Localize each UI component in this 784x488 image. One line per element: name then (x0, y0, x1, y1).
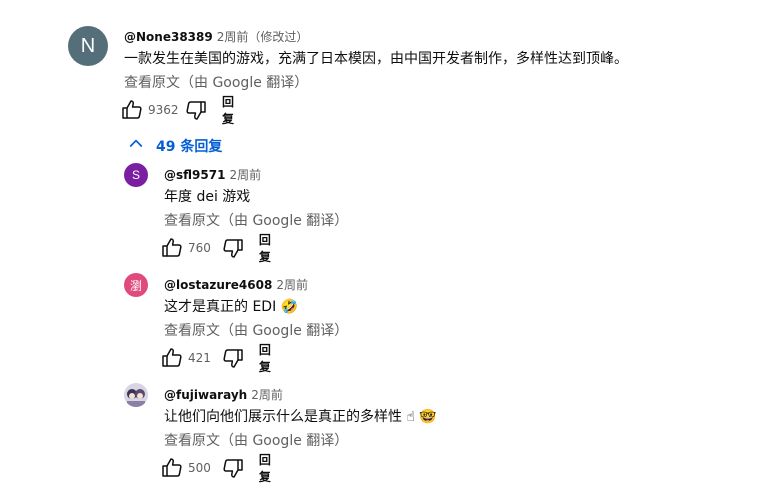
dislike-icon[interactable] (221, 236, 245, 260)
dislike-icon[interactable] (221, 456, 245, 480)
see-original-link[interactable]: 查看原文（由 Google 翻译） (164, 320, 348, 340)
comment-text: 年度 dei 游戏 (164, 189, 251, 205)
see-original-link[interactable]: 查看原文（由 Google 翻译） (164, 430, 348, 450)
author-handle[interactable]: @fujiwarayh (164, 388, 247, 402)
author-handle[interactable]: @None38389 (124, 30, 213, 44)
comment-text: 一款发生在美国的游戏，充满了日本模因，由中国开发者制作，多样性达到顶峰。 (124, 51, 628, 67)
comment-actions: 421 回复 (160, 343, 274, 374)
avatar-letter: N (80, 34, 96, 57)
chevron-up-icon (126, 134, 156, 158)
reply-button[interactable]: 回复 (222, 93, 234, 127)
avatar-letter: S (131, 168, 140, 182)
like-icon[interactable] (160, 346, 184, 370)
like-count: 760 (188, 241, 211, 255)
dislike-icon[interactable] (221, 346, 245, 370)
like-count: 500 (188, 461, 211, 475)
avatar[interactable]: 瀏 (124, 273, 148, 297)
comment-actions: 500 回复 (160, 453, 274, 484)
see-original-link[interactable]: 查看原文（由 Google 翻译） (164, 210, 348, 230)
comment-thread: N @None38389 2周前（修改过） 一款发生在美国的游戏，充满了日本模因，… (0, 0, 784, 488)
comment-time[interactable]: 2周前 (251, 388, 283, 402)
like-icon[interactable] (120, 98, 144, 122)
comment-header: @fujiwarayh 2周前 (164, 384, 283, 403)
comment-time[interactable]: 2周前 (229, 168, 261, 182)
comment-time[interactable]: 2周前 (276, 278, 308, 292)
comment-text: 这才是真正的 EDI 🤣 (164, 299, 299, 315)
dislike-icon[interactable] (184, 98, 208, 122)
like-count: 421 (188, 351, 211, 365)
reply-button[interactable]: 回复 (259, 341, 274, 375)
author-handle[interactable]: @lostazure4608 (164, 278, 272, 292)
reply-button[interactable]: 回复 (259, 451, 274, 485)
comment-actions: 760 回复 (160, 233, 274, 264)
comment-time[interactable]: 2周前（修改过） (217, 30, 309, 44)
comment-text: 让他们向他们展示什么是真正的多样性 ☝ 🤓 (164, 409, 437, 425)
comment-header: @lostazure4608 2周前 (164, 274, 308, 293)
avatar[interactable] (124, 383, 148, 407)
anime-avatar-icon (127, 389, 145, 407)
like-count: 9362 (148, 103, 179, 117)
avatar[interactable]: S (124, 163, 148, 187)
comment-actions: 9362 回复 (120, 95, 234, 126)
replies-toggle-button[interactable]: 49 条回复 (126, 134, 222, 158)
like-icon[interactable] (160, 236, 184, 260)
avatar-letter: 瀏 (129, 278, 142, 293)
avatar[interactable]: N (68, 26, 108, 66)
replies-count-label: 49 条回复 (156, 139, 223, 155)
see-original-link[interactable]: 查看原文（由 Google 翻译） (124, 72, 308, 92)
comment-header: @sfl9571 2周前 (164, 164, 261, 183)
reply-button[interactable]: 回复 (259, 231, 274, 265)
comment-header: @None38389 2周前（修改过） (124, 26, 308, 45)
like-icon[interactable] (160, 456, 184, 480)
author-handle[interactable]: @sfl9571 (164, 168, 225, 182)
